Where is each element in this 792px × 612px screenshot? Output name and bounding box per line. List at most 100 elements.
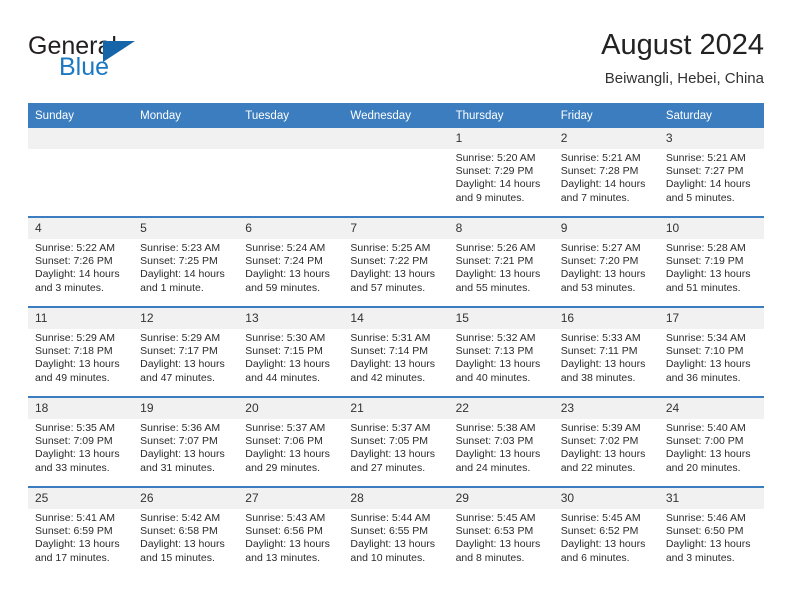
- day-number: 18: [28, 398, 134, 419]
- day-number: 31: [658, 488, 764, 509]
- calendar-day-cell[interactable]: 23 Sunrise: 5:39 AM Sunset: 7:02 PM Dayligh…: [553, 396, 659, 487]
- calendar-day-cell[interactable]: 13 Sunrise: 5:30 AM Sunset: 7:15 PM Dayligh…: [238, 306, 344, 397]
- sunset-text: Sunset: 7:05 PM: [350, 435, 429, 448]
- day-number: 8: [448, 218, 554, 239]
- calendar-day-cell[interactable]: 27 Sunrise: 5:43 AM Sunset: 6:56 PM Dayligh…: [238, 486, 344, 576]
- calendar-day-cell[interactable]: 29 Sunrise: 5:45 AM Sunset: 6:53 PM Dayligh…: [448, 486, 554, 576]
- day-details: Sunrise: 5:29 AM Sunset: 7:18 PM Daylight:…: [28, 329, 133, 385]
- calendar-day-cell[interactable]: 25 Sunrise: 5:41 AM Sunset: 6:59 PM Dayligh…: [28, 486, 134, 576]
- day-number: [28, 128, 134, 149]
- sunrise-text: Sunrise: 5:33 AM: [560, 332, 641, 344]
- calendar-day-cell[interactable]: 24 Sunrise: 5:40 AM Sunset: 7:00 PM Dayligh…: [658, 396, 764, 487]
- calendar-week-row: 11 Sunrise: 5:29 AM Sunset: 7:18 PM Dayligh…: [28, 306, 764, 397]
- calendar-day-cell[interactable]: 31 Sunrise: 5:46 AM Sunset: 6:50 PM Dayligh…: [658, 486, 764, 576]
- sunrise-text: Sunrise: 5:29 AM: [35, 332, 115, 344]
- day-details: Sunrise: 5:33 AM Sunset: 7:11 PM Daylight:…: [554, 329, 659, 385]
- day-details: Sunrise: 5:37 AM Sunset: 7:06 PM Daylight:…: [238, 419, 343, 475]
- day-details: Sunrise: 5:24 AM Sunset: 7:24 PM Daylight:…: [238, 239, 343, 295]
- day-number: 30: [553, 488, 659, 509]
- day-number: 28: [343, 488, 449, 509]
- sunset-text: Sunset: 7:14 PM: [350, 345, 429, 358]
- day-number: 22: [448, 398, 554, 419]
- calendar-day-cell[interactable]: 6 Sunrise: 5:24 AM Sunset: 7:24 PM Daylight…: [238, 216, 344, 307]
- day-number: 5: [133, 218, 239, 239]
- calendar-day-cell[interactable]: 26 Sunrise: 5:42 AM Sunset: 6:58 PM Dayligh…: [133, 486, 239, 576]
- weekday-header-friday: Friday: [553, 103, 659, 128]
- calendar-day-cell[interactable]: 9 Sunrise: 5:27 AM Sunset: 7:20 PM Daylight…: [553, 216, 659, 307]
- day-number: 25: [28, 488, 134, 509]
- sunset-text: Sunset: 7:26 PM: [35, 255, 113, 268]
- logo-text-blue: Blue: [59, 53, 110, 81]
- daylight-text: Daylight: 13 hours and 31 minutes.: [140, 448, 225, 474]
- day-details: Sunrise: 5:28 AM Sunset: 7:19 PM Daylight:…: [659, 239, 764, 295]
- day-details: Sunrise: 5:32 AM Sunset: 7:13 PM Daylight:…: [449, 329, 554, 385]
- daylight-text: Daylight: 13 hours and 20 minutes.: [665, 448, 751, 474]
- calendar-day-cell[interactable]: 10 Sunrise: 5:28 AM Sunset: 7:19 PM Dayligh…: [658, 216, 764, 307]
- weekday-header-wednesday: Wednesday: [343, 103, 449, 128]
- day-details: Sunrise: 5:25 AM Sunset: 7:22 PM Daylight:…: [343, 239, 448, 295]
- daylight-text: Daylight: 13 hours and 49 minutes.: [35, 358, 120, 384]
- daylight-text: Daylight: 13 hours and 40 minutes.: [455, 358, 541, 384]
- sunset-text: Sunset: 7:06 PM: [245, 435, 323, 448]
- sunset-text: Sunset: 6:50 PM: [665, 525, 744, 538]
- calendar-day-cell[interactable]: 22 Sunrise: 5:38 AM Sunset: 7:03 PM Dayligh…: [448, 396, 554, 487]
- calendar-day-cell-empty: [28, 128, 134, 217]
- day-number: 16: [553, 308, 659, 329]
- sunset-text: Sunset: 6:55 PM: [350, 525, 429, 538]
- daylight-text: Daylight: 13 hours and 44 minutes.: [245, 358, 330, 384]
- sunset-text: Sunset: 6:58 PM: [140, 525, 218, 538]
- day-details: Sunrise: 5:43 AM Sunset: 6:56 PM Daylight:…: [238, 509, 343, 565]
- day-number: 1: [448, 128, 554, 149]
- day-details: Sunrise: 5:30 AM Sunset: 7:15 PM Daylight:…: [238, 329, 343, 385]
- sunset-text: Sunset: 7:17 PM: [140, 345, 218, 358]
- calendar-day-cell[interactable]: 21 Sunrise: 5:37 AM Sunset: 7:05 PM Dayligh…: [343, 396, 449, 487]
- sunset-text: Sunset: 7:13 PM: [455, 345, 534, 358]
- calendar-grid: Sunday Monday Tuesday Wednesday Thursday Frid…: [28, 103, 764, 576]
- sunrise-text: Sunrise: 5:35 AM: [35, 422, 115, 434]
- day-number: 3: [658, 128, 764, 149]
- sunset-text: Sunset: 6:59 PM: [35, 525, 113, 538]
- sunset-text: Sunset: 7:18 PM: [35, 345, 113, 358]
- title-block: August 2024 Beiwangli, Hebei, China: [601, 28, 764, 90]
- calendar-day-cell[interactable]: 11 Sunrise: 5:29 AM Sunset: 7:18 PM Dayligh…: [28, 306, 134, 397]
- daylight-text: Daylight: 13 hours and 47 minutes.: [140, 358, 225, 384]
- calendar-day-cell[interactable]: 15 Sunrise: 5:32 AM Sunset: 7:13 PM Dayligh…: [448, 306, 554, 397]
- sunset-text: Sunset: 7:29 PM: [455, 165, 534, 178]
- calendar-day-cell[interactable]: 17 Sunrise: 5:34 AM Sunset: 7:10 PM Dayligh…: [658, 306, 764, 397]
- weekday-header-tuesday: Tuesday: [238, 103, 344, 128]
- day-number: 26: [133, 488, 239, 509]
- calendar-day-cell[interactable]: 28 Sunrise: 5:44 AM Sunset: 6:55 PM Dayligh…: [343, 486, 449, 576]
- calendar-day-cell[interactable]: 4 Sunrise: 5:22 AM Sunset: 7:26 PM Daylight…: [28, 216, 134, 307]
- daylight-text: Daylight: 13 hours and 22 minutes.: [560, 448, 646, 474]
- sunrise-text: Sunrise: 5:32 AM: [455, 332, 536, 344]
- daylight-text: Daylight: 13 hours and 24 minutes.: [455, 448, 541, 474]
- calendar-day-cell-empty: [133, 128, 239, 217]
- calendar-day-cell[interactable]: 7 Sunrise: 5:25 AM Sunset: 7:22 PM Daylight…: [343, 216, 449, 307]
- calendar-week-row: 18 Sunrise: 5:35 AM Sunset: 7:09 PM Dayligh…: [28, 396, 764, 487]
- calendar-day-cell[interactable]: 20 Sunrise: 5:37 AM Sunset: 7:06 PM Dayligh…: [238, 396, 344, 487]
- calendar-day-cell[interactable]: 12 Sunrise: 5:29 AM Sunset: 7:17 PM Dayligh…: [133, 306, 239, 397]
- page-header: General Blue August 2024 Beiwangli, Hebe…: [28, 28, 764, 100]
- calendar-day-cell[interactable]: 8 Sunrise: 5:26 AM Sunset: 7:21 PM Daylight…: [448, 216, 554, 307]
- day-number: 17: [658, 308, 764, 329]
- daylight-text: Daylight: 13 hours and 6 minutes.: [560, 538, 646, 564]
- calendar-day-cell[interactable]: 2 Sunrise: 5:21 AM Sunset: 7:28 PM Daylight…: [553, 128, 659, 217]
- calendar-day-cell[interactable]: 30 Sunrise: 5:45 AM Sunset: 6:52 PM Dayligh…: [553, 486, 659, 576]
- page-subtitle: Beiwangli, Hebei, China: [604, 70, 764, 87]
- daylight-text: Daylight: 14 hours and 1 minute.: [140, 268, 225, 294]
- calendar-day-cell[interactable]: 14 Sunrise: 5:31 AM Sunset: 7:14 PM Dayligh…: [343, 306, 449, 397]
- sunset-text: Sunset: 7:00 PM: [665, 435, 744, 448]
- calendar-day-cell[interactable]: 18 Sunrise: 5:35 AM Sunset: 7:09 PM Dayligh…: [28, 396, 134, 487]
- calendar-day-cell[interactable]: 19 Sunrise: 5:36 AM Sunset: 7:07 PM Dayligh…: [133, 396, 239, 487]
- sunrise-text: Sunrise: 5:23 AM: [140, 242, 221, 254]
- sunrise-text: Sunrise: 5:29 AM: [140, 332, 221, 344]
- general-blue-logo[interactable]: General Blue: [28, 32, 158, 84]
- calendar-body: 1 Sunrise: 5:20 AM Sunset: 7:29 PM Daylight…: [28, 128, 764, 576]
- calendar-day-cell[interactable]: 16 Sunrise: 5:33 AM Sunset: 7:11 PM Dayligh…: [553, 306, 659, 397]
- day-number: 20: [238, 398, 344, 419]
- calendar-day-cell[interactable]: 5 Sunrise: 5:23 AM Sunset: 7:25 PM Daylight…: [133, 216, 239, 307]
- calendar-day-cell[interactable]: 3 Sunrise: 5:21 AM Sunset: 7:27 PM Daylight…: [658, 128, 764, 217]
- day-details: Sunrise: 5:27 AM Sunset: 7:20 PM Daylight:…: [554, 239, 659, 295]
- calendar-day-cell[interactable]: 1 Sunrise: 5:20 AM Sunset: 7:29 PM Daylight…: [448, 128, 554, 217]
- day-number: 9: [553, 218, 659, 239]
